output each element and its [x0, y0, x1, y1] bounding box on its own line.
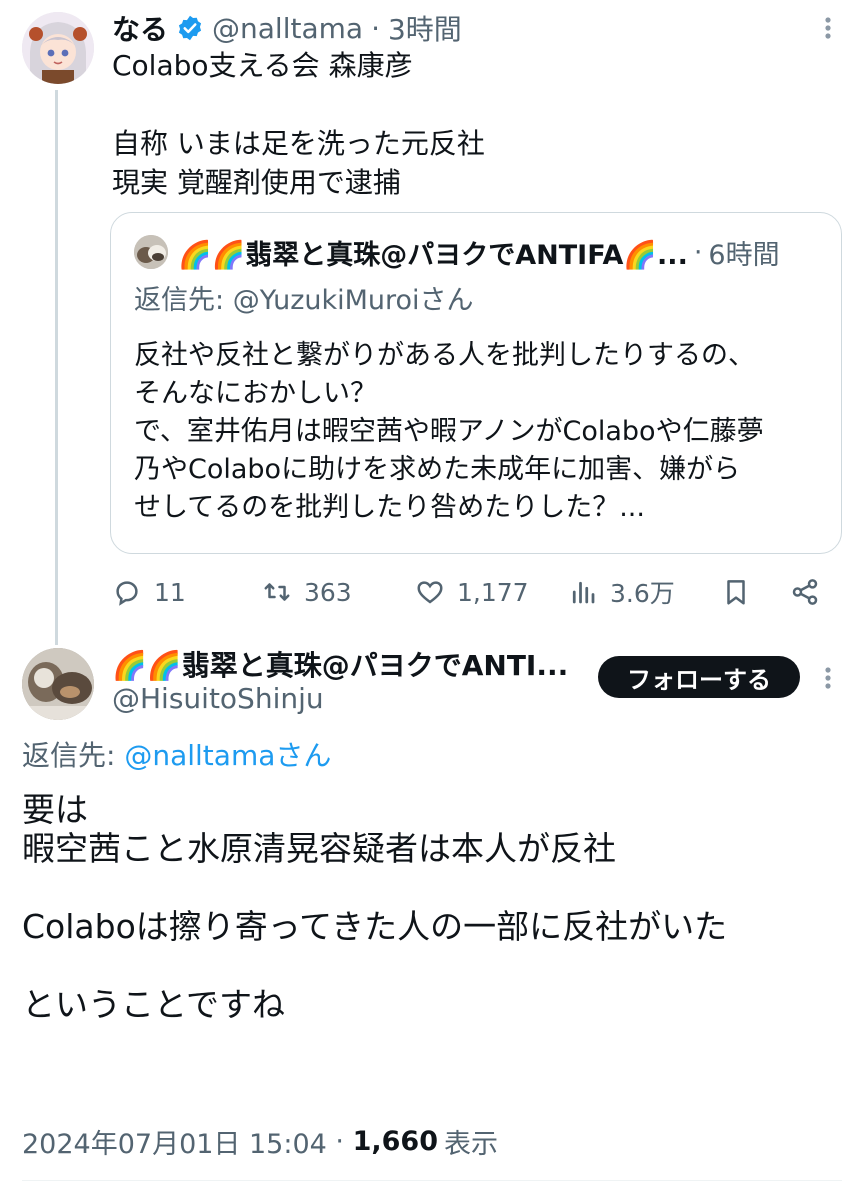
reply-to-label: 返信先:	[22, 739, 125, 772]
cat-avatar-image	[134, 235, 168, 269]
view-count: 3.6万	[610, 579, 675, 608]
quote-header: 🌈🌈翡翠と真珠@パヨクでANTIFA🌈... · 6時間	[178, 232, 780, 272]
reply-icon	[116, 581, 138, 606]
divider	[22, 1180, 842, 1181]
avatar[interactable]	[22, 12, 94, 84]
quote-timestamp[interactable]: 6時間	[708, 233, 779, 272]
like-icon	[417, 581, 443, 604]
reply-count: 11	[154, 577, 186, 607]
tweet-header: なる @nalltama · 3時間	[112, 8, 462, 48]
handle[interactable]: @HisuitoShinju	[112, 682, 324, 715]
reply-button[interactable]: 11	[112, 570, 186, 614]
tweet-meta: 2024年07月01日 15:04 · 1,660 表示	[22, 1122, 498, 1161]
follow-button[interactable]: フォローする	[598, 656, 800, 698]
retweet-button[interactable]: 363	[262, 570, 352, 614]
more-vertical-icon[interactable]	[816, 12, 840, 44]
reply-to: 返信先: @nalltamaさん	[22, 734, 331, 774]
bookmark-button[interactable]	[721, 570, 751, 614]
time-separator: ·	[693, 236, 703, 268]
views-icon	[572, 581, 595, 604]
like-button[interactable]: 1,177	[415, 570, 529, 614]
views-button[interactable]: 3.6万	[568, 570, 675, 614]
reply-to-handle-link[interactable]: @nalltamaさん	[124, 739, 331, 772]
display-name[interactable]: 🌈🌈翡翠と真珠@パヨクでANTI...	[112, 644, 568, 684]
display-name[interactable]: なる	[112, 8, 168, 48]
bookmark-icon	[727, 580, 745, 605]
tweet-text: 要は 暇空茜こと水原清晃容疑者は本人が反社 Colaboは擦り寄ってきた人の一部…	[22, 790, 728, 1024]
verified-badge-icon	[178, 15, 202, 41]
thread-connector-line	[55, 90, 58, 645]
cat-avatar-image	[22, 648, 94, 720]
view-count: 1,660	[352, 1126, 438, 1157]
quote-display-name[interactable]: 🌈🌈翡翠と真珠@パヨクでANTIFA🌈...	[178, 233, 688, 272]
views-label: 表示	[443, 1129, 498, 1160]
retweet-icon	[264, 583, 290, 601]
quote-reply-to: 返信先: @YuzukiMuroiさん	[134, 278, 474, 317]
tweet-text: Colabo支える会 森康彦 自称 いまは足を洗った元反社 現実 覚醒剤使用で逮…	[112, 49, 485, 199]
time-separator: ·	[371, 11, 380, 45]
quote-avatar	[134, 235, 168, 269]
avatar-illustration	[22, 12, 94, 84]
share-icon	[792, 579, 818, 605]
handle[interactable]: @nalltama	[212, 12, 363, 45]
like-count: 1,177	[457, 577, 529, 607]
retweet-count: 363	[304, 577, 352, 607]
reply-to-handle: @YuzukiMuroiさん	[232, 285, 474, 316]
post-timestamp[interactable]: 2024年07月01日 15:04	[22, 1122, 327, 1161]
share-button[interactable]	[790, 570, 820, 614]
more-vertical-icon[interactable]	[816, 662, 840, 694]
reply-header: 🌈🌈翡翠と真珠@パヨクでANTI...	[112, 643, 568, 685]
avatar[interactable]	[22, 648, 94, 720]
meta-separator: ·	[326, 1126, 353, 1157]
quote-text: 反社や反社と繋がりがある人を批判したりするの、 そんなにおかしい？ で、室井佑月…	[134, 340, 764, 523]
timestamp[interactable]: 3時間	[388, 8, 462, 48]
reply-to-label: 返信先:	[134, 285, 233, 316]
